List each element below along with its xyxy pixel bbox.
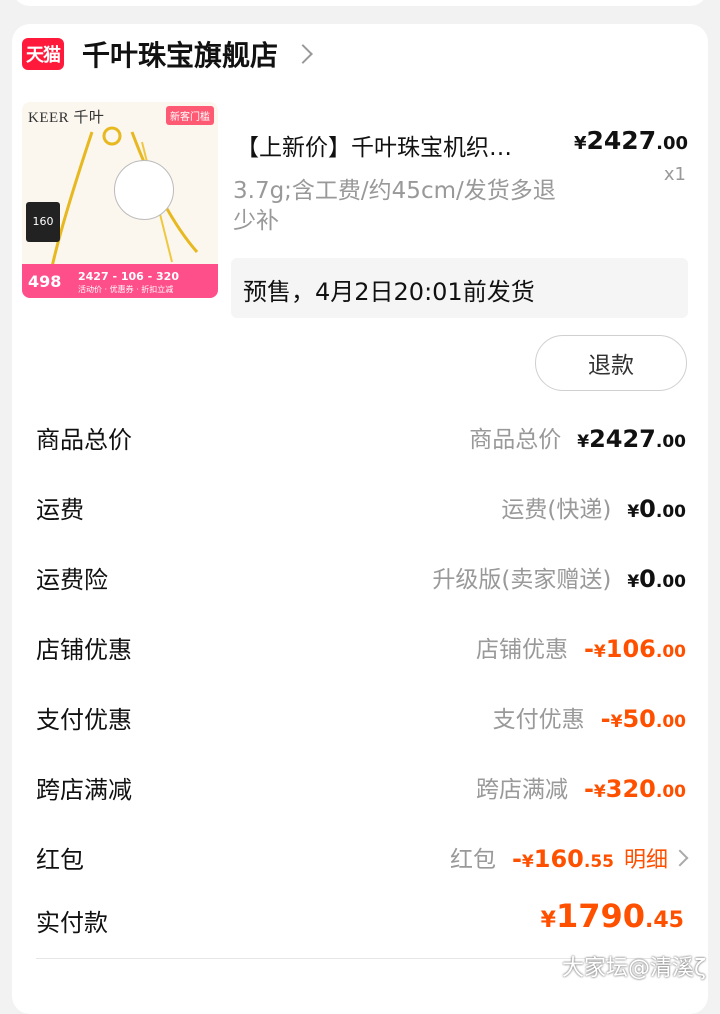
summary-row: 商品总价 商品总价 ¥2427.00 [36,420,686,460]
amount-currency: ¥ [627,502,640,522]
price-integer: 2427 [586,126,657,155]
presale-text: 预售，4月2日20:01前发货 [243,278,535,306]
summary-value: 红包 -¥160.55 明细 [449,840,689,874]
amount-currency: ¥ [627,572,640,592]
summary-label: 运费 [36,496,84,524]
amount-integer: 0 [639,565,656,593]
summary-description: 红包 [449,847,496,873]
amount-decimal: .00 [655,432,686,452]
product-title[interactable]: 【上新价】千叶珠宝机织… [236,128,576,162]
summary-label: 红包 [36,846,84,874]
summary-amount: ¥0.00 [627,565,686,593]
amount-sign: - [511,845,522,873]
summary-row: 运费险 升级版(卖家赠送) ¥0.00 [36,560,686,600]
amount-sign: - [583,635,594,663]
summary-label: 店铺优惠 [36,636,132,664]
watermark: 大家坛@清溪ζ [562,956,706,981]
summary-label: 跨店满减 [36,776,132,804]
image-brand-text: KEER 千叶 [28,110,105,126]
product-quantity: x1 [663,164,686,185]
summary-row[interactable]: 红包 红包 -¥160.55 明细 [36,840,689,880]
summary-amount: ¥2427.00 [577,425,686,453]
total-decimal: .45 [645,908,684,933]
amount-decimal: .55 [583,852,614,872]
summary-description: 店铺优惠 [475,637,568,663]
amount-currency: ¥ [577,432,590,452]
summary-label: 支付优惠 [36,706,132,734]
tmall-logo: 天猫 [22,38,64,70]
amount-integer: 106 [605,635,656,663]
amount-integer: 2427 [589,425,656,453]
summary-value: 商品总价 ¥2427.00 [469,420,686,454]
chevron-right-icon[interactable] [671,849,689,867]
store-header[interactable]: 天猫 千叶珠宝旗舰店 [22,34,313,74]
summary-description: 支付优惠 [492,707,585,733]
summary-label: 商品总价 [36,426,132,454]
total-integer: 1790 [555,897,646,935]
image-price-row: 2427 - 106 - 320 [78,270,179,283]
amount-integer: 160 [533,845,584,873]
store-name[interactable]: 千叶珠宝旗舰店 [82,34,278,74]
summary-value: 运费(快递) ¥0.00 [501,490,686,524]
summary-row: 店铺优惠 店铺优惠 -¥106.00 [36,630,686,670]
amount-sign: - [600,705,611,733]
summary-value: 店铺优惠 -¥106.00 [476,630,686,664]
price-decimal: .00 [656,133,688,154]
amount-decimal: .00 [655,502,686,522]
total-label: 实付款 [36,909,108,937]
chevron-right-icon[interactable] [293,44,313,64]
amount-currency: ¥ [521,852,534,872]
summary-description: 运费(快递) [501,497,612,523]
product-image[interactable]: KEER 千叶 新客门槛 160 498 2427 - 106 - 320 活动… [22,102,218,298]
image-price-banner: 498 2427 - 106 - 320 活动价 · 优惠券 · 折扣立减 [22,264,218,298]
image-big-price: 498 [28,272,62,291]
amount-currency: ¥ [593,782,606,802]
summary-description: 升级版(卖家赠送) [432,567,612,593]
presale-notice: 预售，4月2日20:01前发货 [231,258,688,318]
summary-description: 跨店满减 [475,777,568,803]
amount-sign: - [583,775,594,803]
previous-card [12,0,708,6]
amount-decimal: .00 [655,642,686,662]
summary-amount: -¥50.00 [601,705,686,733]
summary-label: 运费险 [36,566,108,594]
amount-currency: ¥ [593,642,606,662]
image-price-badge: 160 [26,202,60,242]
summary-amount: -¥160.55 [512,845,614,873]
red-packet-detail-link[interactable]: 明细 [624,842,668,874]
image-zoom-circle [114,160,174,220]
summary-row: 跨店满减 跨店满减 -¥320.00 [36,770,686,810]
summary-value: 升级版(卖家赠送) ¥0.00 [432,560,686,594]
amount-integer: 0 [639,495,656,523]
summary-row: 支付优惠 支付优惠 -¥50.00 [36,700,686,740]
summary-value: 支付优惠 -¥50.00 [493,700,686,734]
summary-amount: -¥106.00 [584,635,686,663]
product-price: ¥2427.00 [574,126,688,155]
refund-button[interactable]: 退款 [535,335,687,391]
amount-decimal: .00 [655,572,686,592]
summary-value: 跨店满减 -¥320.00 [476,770,686,804]
amount-integer: 320 [605,775,656,803]
summary-amount: ¥0.00 [627,495,686,523]
amount-integer: 50 [622,705,656,733]
total-currency: ¥ [540,908,556,933]
summary-amount: -¥320.00 [584,775,686,803]
summary-description: 商品总价 [469,427,562,453]
amount-decimal: .00 [655,782,686,802]
image-price-row-sub: 活动价 · 优惠券 · 折扣立减 [78,285,174,294]
product-spec: 3.7g;含工费/约45cm/发货多退少补 [233,178,556,234]
total-amount: ¥1790.45 [541,897,684,935]
summary-row: 运费 运费(快递) ¥0.00 [36,490,686,530]
image-tag: 新客门槛 [166,106,214,125]
amount-currency: ¥ [610,712,623,732]
amount-decimal: .00 [655,712,686,732]
price-currency: ¥ [573,133,587,154]
